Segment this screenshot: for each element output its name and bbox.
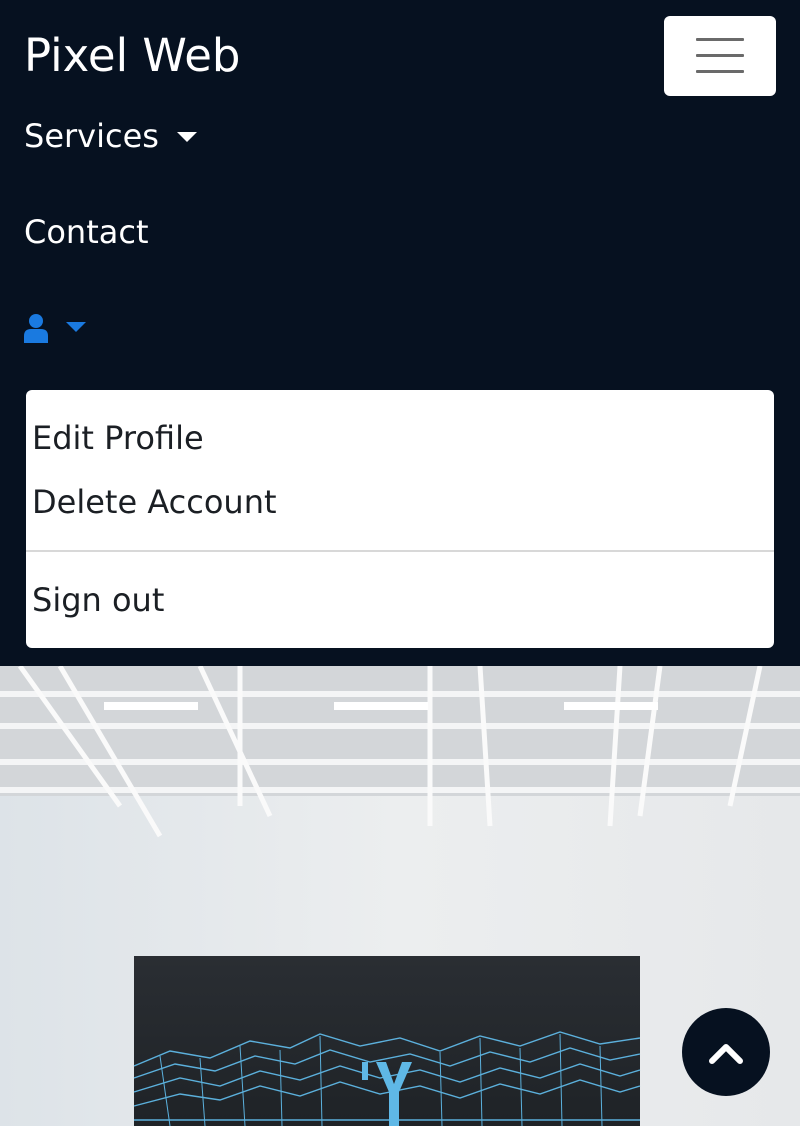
dropdown-divider <box>26 550 774 552</box>
edit-profile-menu-item[interactable]: Edit Profile <box>32 418 204 458</box>
hero-image <box>0 666 800 1126</box>
back-to-top-button[interactable] <box>682 1008 770 1096</box>
user-icon <box>24 314 48 343</box>
chevron-up-icon <box>709 1044 743 1064</box>
user-menu-toggle[interactable] <box>24 312 86 344</box>
office-photo <box>0 666 800 1126</box>
brand-logo-link[interactable]: Pixel Web <box>24 28 241 84</box>
sign-out-menu-item[interactable]: Sign out <box>32 580 164 620</box>
navbar-toggle-button[interactable] <box>664 16 776 96</box>
delete-account-menu-item[interactable]: Delete Account <box>32 482 277 522</box>
nav-services-dropdown[interactable]: Services <box>24 116 197 156</box>
nav-contact-link[interactable]: Contact <box>24 212 149 252</box>
caret-down-icon <box>176 132 197 142</box>
caret-down-icon <box>66 322 86 332</box>
hamburger-icon <box>696 38 744 74</box>
nav-services-label: Services <box>24 117 159 155</box>
